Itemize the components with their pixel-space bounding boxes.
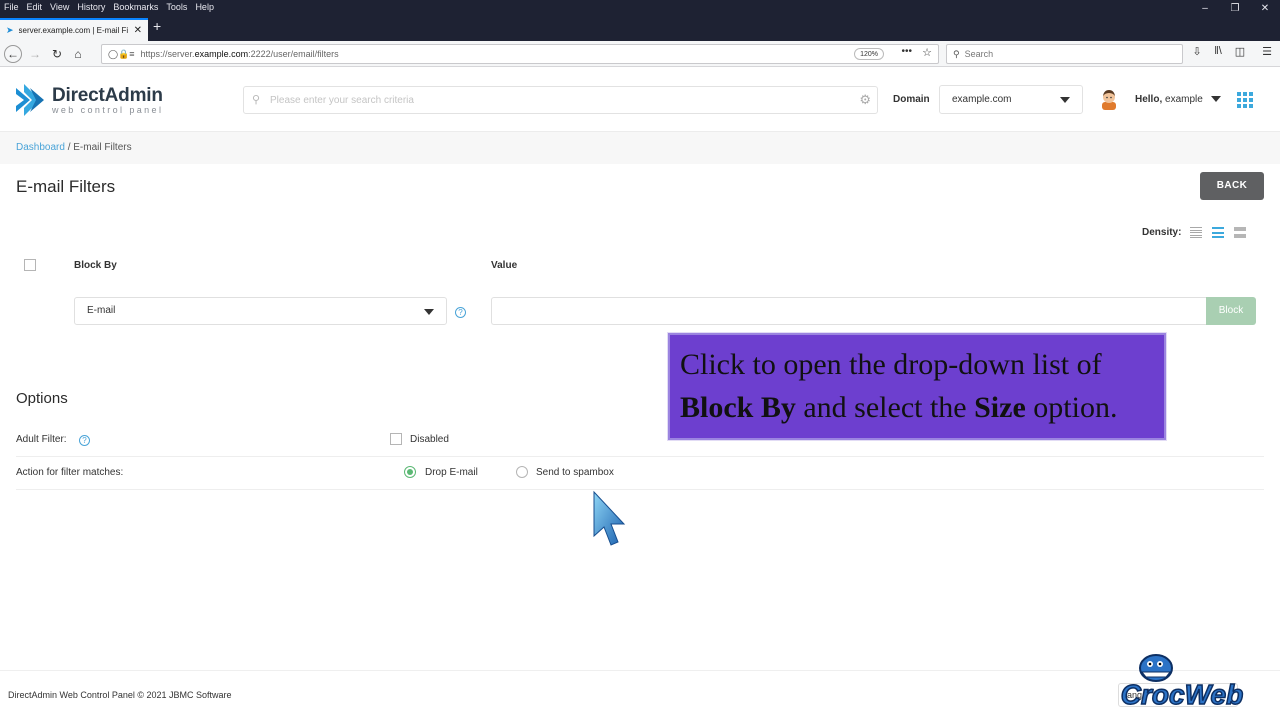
domain-select-value: example.com (952, 94, 1012, 105)
page-actions-icon[interactable]: ••• (901, 46, 912, 57)
page-footer: DirectAdmin Web Control Panel © 2021 JBM… (0, 670, 1280, 720)
drop-email-label: Drop E-mail (425, 467, 478, 478)
bookmark-star-icon[interactable]: ☆ (922, 46, 932, 59)
search-settings-gear-icon[interactable]: ⚙ (859, 92, 871, 108)
directadmin-logo[interactable]: DirectAdmin web control panel (16, 84, 163, 116)
menu-history[interactable]: History (77, 2, 105, 12)
adult-filter-help-icon[interactable]: ? (79, 435, 90, 446)
send-to-spambox-label: Send to spambox (536, 467, 614, 478)
density-normal-icon[interactable] (1212, 227, 1224, 238)
back-button[interactable]: BACK (1200, 172, 1264, 200)
close-window-icon[interactable]: ✕ (1250, 0, 1280, 14)
chevron-down-icon (424, 309, 434, 315)
back-arrow-icon[interactable]: ← (4, 45, 22, 63)
directadmin-logo-icon (16, 84, 44, 116)
block-by-select-value: E-mail (87, 305, 116, 316)
column-header-value: Value (491, 260, 518, 271)
browser-search-placeholder: Search (964, 49, 994, 59)
adult-filter-option-label: Disabled (410, 434, 449, 445)
user-greeting[interactable]: Hello, example (1135, 94, 1203, 105)
global-search: ⚲ ⚙ (243, 86, 878, 114)
restore-icon[interactable]: ❐ (1220, 0, 1250, 14)
sidebar-icon[interactable]: ◫ (1232, 45, 1248, 58)
tutorial-line-2: Block By and select the Size option. (680, 391, 1118, 424)
zoom-level-badge[interactable]: 120% (854, 48, 884, 60)
breadcrumb: Dashboard / E-mail Filters (0, 132, 1280, 164)
chevron-down-icon[interactable] (1211, 96, 1221, 102)
action-filter-label: Action for filter matches: (16, 467, 124, 478)
url-text: https://server.example.com:2222/user/ema… (140, 49, 339, 59)
browser-navbar: ← → ↻ ⌂ ◯🔒≡ https://server.example.com:2… (0, 41, 1280, 67)
block-button[interactable]: Block (1206, 297, 1256, 325)
home-icon[interactable]: ⌂ (69, 45, 87, 63)
menu-tools[interactable]: Tools (166, 2, 187, 12)
breadcrumb-current: E-mail Filters (73, 142, 132, 153)
browser-menubar: File Edit View History Bookmarks Tools H… (0, 0, 1280, 14)
search-icon: ⚲ (252, 94, 261, 106)
user-avatar[interactable] (1099, 88, 1119, 110)
shield-lock-icon[interactable]: ◯🔒≡ (108, 49, 135, 60)
hamburger-menu-icon[interactable]: ☰ (1259, 45, 1275, 58)
tutorial-callout: Click to open the drop-down list of Bloc… (668, 333, 1166, 440)
window-controls: – ❐ ✕ (1190, 0, 1280, 14)
url-bar[interactable]: ◯🔒≡ https://server.example.com:2222/user… (101, 44, 939, 64)
chevron-down-icon (1060, 97, 1070, 103)
drop-email-radio[interactable] (404, 466, 416, 478)
apps-grid-icon[interactable] (1237, 92, 1253, 108)
domain-select[interactable]: example.com (939, 85, 1083, 114)
divider (16, 489, 1264, 490)
tab-title: server.example.com | E-mail Fi (18, 26, 129, 35)
breadcrumb-dashboard-link[interactable]: Dashboard (16, 142, 65, 153)
send-to-spambox-radio[interactable] (516, 466, 528, 478)
close-tab-icon[interactable]: ✕ (134, 25, 142, 36)
mouse-cursor-icon (593, 490, 626, 546)
tutorial-line-1: Click to open the drop-down list of (680, 348, 1102, 381)
search-icon: ⚲ (953, 48, 960, 59)
downloads-icon[interactable]: ⇩ (1189, 45, 1205, 58)
menu-edit[interactable]: Edit (27, 2, 43, 12)
block-by-help-icon[interactable]: ? (455, 307, 466, 318)
forward-arrow-icon[interactable]: → (26, 45, 44, 63)
directadmin-favicon-icon: ➤ (6, 25, 14, 35)
breadcrumb-separator: / (64, 142, 74, 153)
browser-search-box[interactable]: ⚲ Search (946, 44, 1183, 64)
logo-name: DirectAdmin (52, 84, 163, 106)
column-header-block-by: Block By (74, 260, 117, 271)
select-all-checkbox[interactable] (24, 259, 36, 271)
tab-strip: ➤ server.example.com | E-mail Fi ✕ (0, 14, 1280, 41)
divider (16, 456, 1264, 457)
browser-tab-active[interactable]: ➤ server.example.com | E-mail Fi ✕ (0, 18, 148, 41)
domain-label: Domain (893, 94, 930, 105)
directadmin-header: DirectAdmin web control panel ⚲ ⚙ Domain… (0, 67, 1280, 132)
crocweb-watermark-logo: CrocWeb (1120, 654, 1244, 711)
options-section-title: Options (16, 390, 68, 407)
minimize-icon[interactable]: – (1190, 0, 1220, 14)
adult-filter-checkbox[interactable] (390, 433, 402, 445)
menu-bookmarks[interactable]: Bookmarks (113, 2, 158, 12)
density-label: Density: (1142, 227, 1182, 238)
menu-help[interactable]: Help (195, 2, 214, 12)
density-compact-icon[interactable] (1190, 227, 1202, 238)
reload-icon[interactable]: ↻ (48, 45, 66, 63)
page-title: E-mail Filters (16, 177, 116, 196)
footer-copyright: DirectAdmin Web Control Panel © 2021 JBM… (8, 690, 232, 700)
library-icon[interactable]: ‖\ (1210, 45, 1226, 57)
menu-view[interactable]: View (50, 2, 69, 12)
menu-file[interactable]: File (4, 2, 19, 12)
density-comfortable-icon[interactable] (1234, 227, 1246, 238)
svg-text:CrocWeb: CrocWeb (1121, 679, 1243, 710)
logo-tagline: web control panel (52, 104, 164, 115)
filter-value-input[interactable] (491, 297, 1207, 325)
new-tab-icon[interactable]: + (153, 19, 161, 33)
adult-filter-label: Adult Filter: (16, 434, 67, 445)
global-search-input[interactable] (270, 94, 830, 106)
block-by-select[interactable]: E-mail (74, 297, 447, 325)
